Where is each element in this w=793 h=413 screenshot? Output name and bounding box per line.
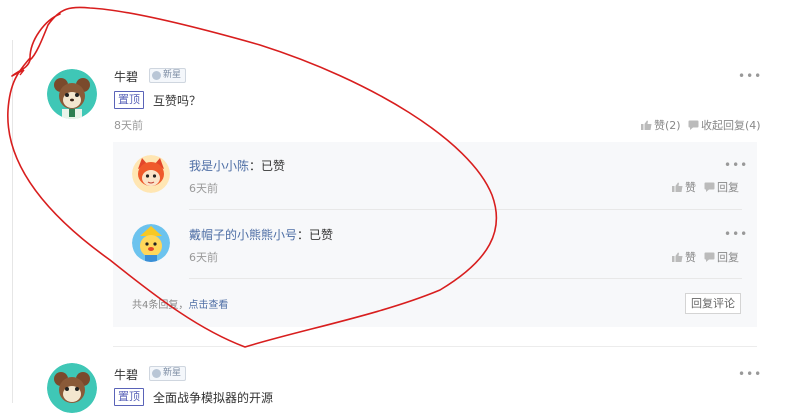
comment-time: 8天前 [114, 119, 143, 132]
rank-star-icon [152, 71, 161, 80]
reply-line: 戴帽子的小熊熊小号：已赞 [189, 226, 333, 243]
reply-text: 已赞 [261, 159, 286, 173]
reply-like-label: 赞 [685, 251, 696, 264]
rank-star-icon [152, 369, 161, 378]
pinned-tag: 置顶 [114, 388, 144, 406]
reply-more-options-icon[interactable]: ••• [724, 158, 748, 172]
reply-separator: ： [297, 228, 310, 242]
reply-like-button[interactable]: 赞 [672, 249, 696, 265]
reply-time: 6天前 [189, 251, 218, 264]
like-button[interactable]: 赞(2) [641, 117, 681, 133]
reply-text: 已赞 [309, 228, 334, 242]
thumbs-up-icon [672, 182, 683, 192]
rank-label: 新星 [163, 70, 182, 80]
reply-separator: ： [249, 159, 262, 173]
collapse-replies-label: 收起回复(4) [701, 119, 761, 132]
reply-reply-button[interactable]: 回复 [704, 249, 739, 265]
comment-username[interactable]: 牛碧 [114, 68, 138, 85]
reply-time: 6天前 [189, 182, 218, 195]
reply-divider [189, 278, 742, 279]
reply-avatar[interactable] [132, 224, 170, 262]
collapse-replies-button[interactable]: 收起回复(4) [688, 117, 761, 133]
reply-like-button[interactable]: 赞 [672, 179, 696, 195]
comment-bubble-icon [704, 182, 715, 192]
left-timeline-rule [12, 40, 13, 403]
view-all-replies-link[interactable]: 点击查看 [188, 300, 228, 311]
comment-username[interactable]: 牛碧 [114, 366, 138, 383]
reply-comment-button[interactable]: 回复评论 [685, 293, 741, 314]
comment-divider [113, 346, 757, 347]
like-count-label: 赞(2) [654, 119, 681, 132]
rank-badge: 新星 [149, 68, 187, 83]
reply-username[interactable]: 我是小小陈 [189, 159, 249, 173]
total-replies-line: 共4条回复，点击查看 [132, 296, 228, 311]
rank-label: 新星 [163, 368, 182, 378]
user-avatar[interactable] [47, 363, 97, 413]
reply-avatar[interactable] [132, 155, 170, 193]
rank-badge: 新星 [149, 366, 187, 381]
comment-bubble-icon [688, 120, 699, 130]
avatar-image [47, 69, 97, 119]
pinned-tag: 置顶 [114, 91, 144, 109]
more-options-icon[interactable]: ••• [738, 69, 762, 83]
reply-reply-label: 回复 [717, 251, 739, 264]
reply-more-options-icon[interactable]: ••• [724, 227, 748, 241]
avatar-image [47, 363, 97, 413]
reply-avatar-image [132, 224, 170, 262]
reply-like-label: 赞 [685, 181, 696, 194]
reply-line: 我是小小陈：已赞 [189, 157, 285, 174]
reply-username[interactable]: 戴帽子的小熊熊小号 [189, 228, 297, 242]
reply-reply-button[interactable]: 回复 [704, 179, 739, 195]
reply-divider [189, 209, 742, 210]
comment-text: 全面战争模拟器的开源 [153, 391, 274, 405]
thumbs-up-icon [672, 252, 683, 262]
comment-text: 互赞吗？ [153, 94, 202, 108]
thumbs-up-icon [641, 120, 652, 130]
total-replies-text: 共4条回复， [132, 300, 189, 311]
reply-reply-label: 回复 [717, 181, 739, 194]
comment-bubble-icon [704, 252, 715, 262]
user-avatar[interactable] [47, 69, 97, 119]
reply-avatar-image [132, 155, 170, 193]
more-options-icon[interactable]: ••• [738, 367, 762, 381]
